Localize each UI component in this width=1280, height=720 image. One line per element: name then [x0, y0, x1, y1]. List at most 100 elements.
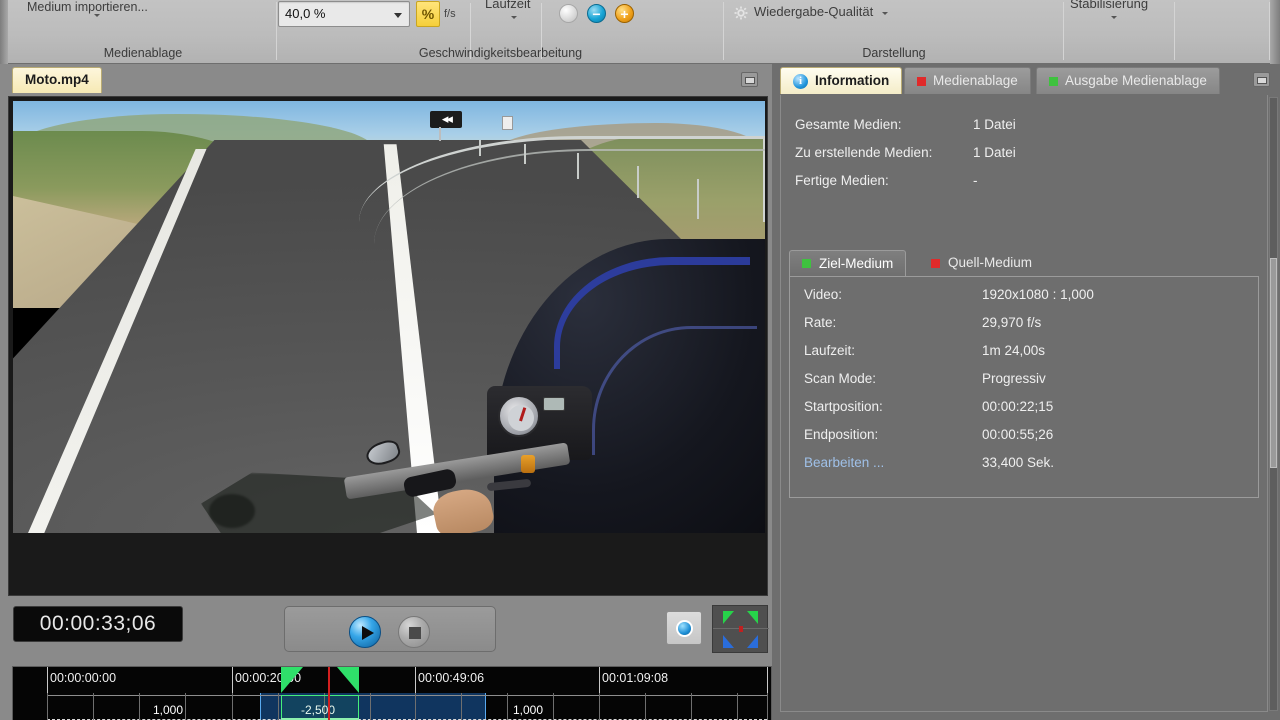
information-maximize-button[interactable]	[1253, 72, 1270, 87]
group-caption-medienablage: Medienablage	[103, 46, 183, 60]
ribbon-group-display: Wiedergabe-Qualität Darstellung	[724, 0, 1064, 63]
preview-pane: Moto.mp4 ◂◂ 00:00:33;06 00:00:00:00 00:0…	[0, 64, 772, 720]
application-window: Medium importieren... Medienablage 40,0 …	[0, 0, 1280, 720]
scene-guardrail-post	[479, 139, 482, 156]
value-rate: 29,970 f/s	[982, 315, 1042, 330]
tab-ausgabe-medienablage[interactable]: Ausgabe Medienablage	[1036, 67, 1220, 94]
subtab-quell-medium-label: Quell-Medium	[948, 255, 1033, 270]
ramp-handle-in-icon[interactable]	[281, 667, 303, 693]
chevron-down-icon[interactable]	[1111, 16, 1117, 19]
tab-medienablage-label: Medienablage	[933, 73, 1018, 88]
timeline-ruler[interactable]: 00:00:00:00 00:00:20:00 00:00:49:06 00:0…	[13, 667, 771, 693]
window-icon	[1257, 77, 1267, 84]
timeline-gridline-v	[185, 693, 186, 720]
speed-value-text: 40,0 %	[285, 6, 326, 21]
tab-medienablage[interactable]: Medienablage	[904, 67, 1031, 94]
tab-moto-mp4[interactable]: Moto.mp4	[12, 67, 102, 93]
video-frame: ◂◂	[13, 101, 765, 533]
speed-ramp-segment[interactable]	[281, 695, 359, 720]
gear-icon[interactable]	[734, 6, 748, 20]
timeline-playhead[interactable]	[328, 667, 330, 720]
timeline-gridline-v	[232, 693, 233, 720]
ribbon-group-empty	[1175, 0, 1270, 63]
chevron-down-icon[interactable]	[94, 14, 100, 17]
ramp-handle-out-icon[interactable]	[337, 667, 359, 693]
timeline-gridline-v	[415, 693, 416, 720]
chevron-down-icon[interactable]	[394, 13, 402, 18]
percent-toggle-button[interactable]: %	[416, 1, 440, 27]
value-startposition: 00:00:22;15	[982, 399, 1054, 414]
information-body: Gesamte Medien: 1 Datei Zu erstellende M…	[780, 95, 1268, 712]
label-scan-mode: Scan Mode:	[804, 371, 877, 386]
goto-in-out-blue-row[interactable]	[713, 630, 769, 653]
information-pane: i Information Medienablage Ausgabe Medie…	[772, 64, 1280, 720]
scene-mirror-shadow	[208, 494, 255, 529]
timeline-gridline-v	[93, 693, 94, 720]
label-laufzeit: Laufzeit:	[804, 343, 856, 358]
timeline-gridline-v	[507, 693, 508, 720]
window-icon	[745, 77, 755, 84]
label-endposition: Endposition:	[804, 427, 879, 442]
scene-guardrail-post	[697, 178, 700, 219]
ruler-label: 00:01:09:08	[602, 671, 669, 685]
video-monitor[interactable]: ◂◂	[8, 96, 768, 596]
scene-indicator-light	[520, 455, 535, 474]
tab-information-label: Information	[815, 73, 890, 88]
link-bearbeiten[interactable]: Bearbeiten ...	[804, 455, 884, 470]
stabilization-button[interactable]: Stabilisierung	[1070, 0, 1148, 11]
runtime-label[interactable]: Laufzeit	[485, 0, 531, 11]
minus-icon: −	[592, 5, 601, 22]
subtab-ziel-medium[interactable]: Ziel-Medium	[789, 250, 907, 276]
scene-sign-post	[438, 126, 441, 141]
playback-quality-button[interactable]: Wiedergabe-Qualität	[754, 4, 873, 19]
keyframe-none-button[interactable]	[559, 4, 578, 23]
group-caption-display: Darstellung	[862, 46, 926, 60]
timeline-body[interactable]: 1,000 -2,500 1,000	[13, 667, 771, 720]
speed-value-combobox[interactable]: 40,0 %	[278, 1, 410, 27]
tab-ausgabe-label: Ausgabe Medienablage	[1065, 73, 1207, 88]
fps-label: f/s	[444, 8, 456, 20]
timeline-gridline-v	[553, 693, 554, 720]
scrollbar-thumb[interactable]	[1270, 258, 1277, 468]
chevron-down-icon[interactable]	[511, 16, 517, 19]
label-video: Video:	[804, 287, 843, 302]
square-icon	[1049, 76, 1058, 86]
keyframe-remove-button[interactable]: −	[587, 4, 606, 23]
information-scrollbar[interactable]	[1269, 97, 1278, 711]
timeline-gridline-v	[645, 693, 646, 720]
value-video: 1920x1080 : 1,000	[982, 287, 1094, 302]
value-laufzeit: 1m 24,00s	[982, 343, 1046, 358]
scene-white-road-sign	[501, 116, 513, 131]
play-button[interactable]	[349, 616, 381, 648]
ribbon-group-speed-editing: 40,0 % % f/s Laufzeit − + Geschwindigkei…	[277, 0, 724, 63]
timeline-gridline-v	[278, 693, 279, 720]
label-fertige-medien: Fertige Medien:	[795, 173, 889, 188]
chevron-down-icon[interactable]	[882, 12, 888, 15]
timeline-gridline-v	[767, 693, 768, 720]
timeline-gridline-v	[461, 693, 462, 720]
information-tabstrip: i Information Medienablage Ausgabe Medie…	[772, 67, 1280, 95]
scene-lcd-display	[543, 396, 566, 411]
import-media-button[interactable]: Medium importieren...	[23, 0, 152, 16]
subtab-quell-medium[interactable]: Quell-Medium	[919, 250, 1044, 276]
square-icon	[931, 258, 940, 268]
medium-detail-box: Video: 1920x1080 : 1,000 Rate: 29,970 f/…	[789, 276, 1259, 498]
timeline-gridline-v	[599, 693, 600, 720]
stop-button[interactable]	[398, 616, 430, 648]
goto-in-icon	[723, 635, 734, 648]
ribbon-right-edge	[1270, 0, 1280, 64]
timeline-gridline-v	[47, 693, 48, 720]
value-endposition: 00:00:55;26	[982, 427, 1054, 442]
group-caption-speed-editing: Geschwindigkeitsbearbeitung	[418, 46, 583, 60]
keyframe-add-button[interactable]: +	[615, 4, 634, 23]
ribbon-group-stabilization: Stabilisierung	[1064, 0, 1175, 63]
tab-information[interactable]: i Information	[780, 67, 903, 94]
current-timecode-display[interactable]: 00:00:33;06	[13, 606, 183, 642]
ruler-label: 00:00:00:00	[50, 671, 117, 685]
speed-curve-timeline[interactable]: 00:00:00:00 00:00:20:00 00:00:49:06 00:0…	[12, 666, 772, 720]
ribbon-left-edge	[0, 0, 8, 64]
preview-maximize-button[interactable]	[741, 72, 758, 87]
label-gesamte-medien: Gesamte Medien:	[795, 117, 902, 132]
plus-icon: +	[620, 5, 629, 22]
record-snapshot-button[interactable]	[666, 611, 702, 645]
